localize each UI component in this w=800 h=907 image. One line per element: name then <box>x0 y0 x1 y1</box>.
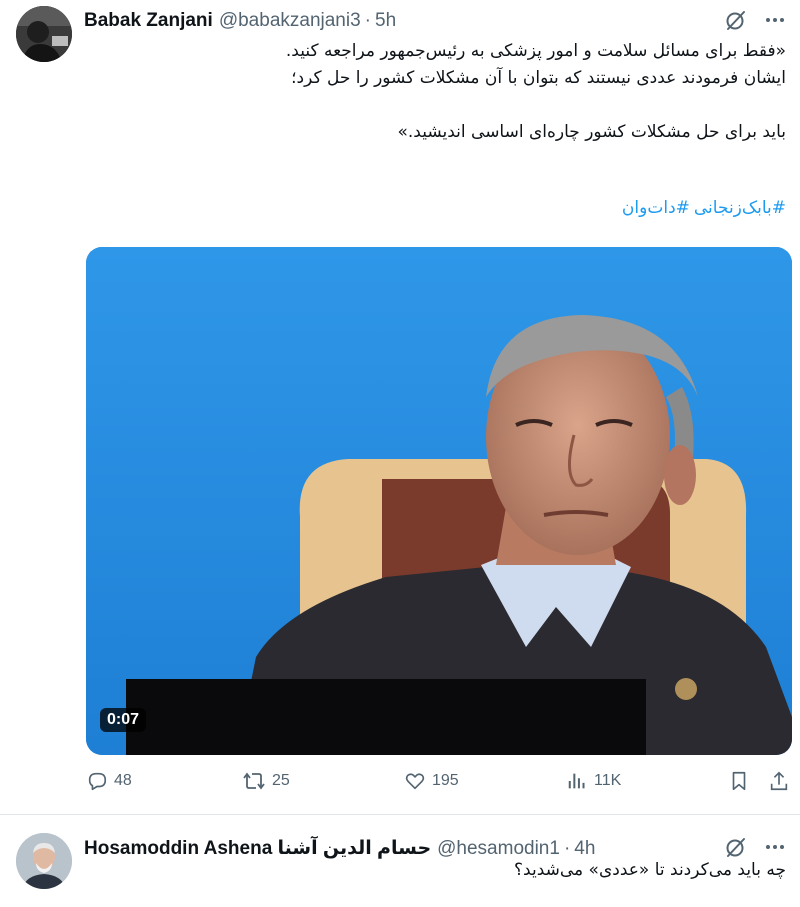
like-icon <box>404 770 426 792</box>
tweet-text: چه باید می‌کردند تا «عددی» می‌شدید؟ <box>86 857 786 884</box>
tweet-actions: 48 25 195 11K <box>86 770 792 802</box>
video-player[interactable] <box>86 247 792 755</box>
avatar[interactable] <box>16 833 72 889</box>
views-button[interactable]: 11K <box>566 770 621 792</box>
tweet-text-line: «فقط برای مسائل سلامت و امور پزشکی به رئ… <box>285 41 786 61</box>
tweet[interactable]: Babak Zanjani @babakzanjani3 · 5h «فقط ب… <box>0 0 800 814</box>
like-button[interactable]: 195 <box>404 770 459 792</box>
more-icon[interactable] <box>764 9 786 36</box>
separator-dot: · <box>364 10 371 31</box>
tweet-header: Babak Zanjani @babakzanjani3 · 5h <box>84 10 396 32</box>
reply-icon <box>86 770 108 792</box>
reply-button[interactable]: 48 <box>86 770 132 792</box>
tweet-top-actions <box>724 8 786 37</box>
like-count: 195 <box>432 772 459 789</box>
tweet-text-line <box>86 92 786 119</box>
tweet-text: «فقط برای مسائل سلامت و امور پزشکی به رئ… <box>86 38 786 146</box>
grok-icon[interactable] <box>724 8 748 37</box>
repost-icon <box>242 770 266 792</box>
reply-count: 48 <box>114 772 132 789</box>
author-handle[interactable]: @babakzanjani3 <box>219 10 361 32</box>
timestamp[interactable]: 5h <box>375 10 396 32</box>
tweet-text-line: باید برای حل مشکلات کشور چاره‌ای اساسی ا… <box>397 122 786 142</box>
bookmark-button[interactable] <box>728 770 750 792</box>
hashtag-link[interactable]: #بابک‌زنجانی <box>694 198 786 218</box>
share-button[interactable] <box>768 770 790 792</box>
video-duration: 0:07 <box>100 708 147 732</box>
repost-button[interactable]: 25 <box>242 770 290 792</box>
tweet-text-line: چه باید می‌کردند تا «عددی» می‌شدید؟ <box>514 860 786 880</box>
tweet-text-line: ایشان فرمودند عددی نیستند که بتوان با آن… <box>291 68 786 88</box>
avatar[interactable] <box>16 6 72 62</box>
hashtag-link[interactable]: #دات‌وان <box>622 198 690 218</box>
video-thumbnail <box>86 247 792 755</box>
hashtags: #بابک‌زنجانی#دات‌وان <box>618 198 786 218</box>
author-name[interactable]: Babak Zanjani <box>84 10 213 32</box>
views-icon <box>566 770 588 792</box>
bookmark-icon <box>728 770 750 792</box>
share-icon <box>768 770 790 792</box>
tweet[interactable]: Hosamoddin Ashena حسام الدین آشنا @hesam… <box>0 815 800 907</box>
views-count: 11K <box>594 772 622 789</box>
repost-count: 25 <box>272 772 290 789</box>
